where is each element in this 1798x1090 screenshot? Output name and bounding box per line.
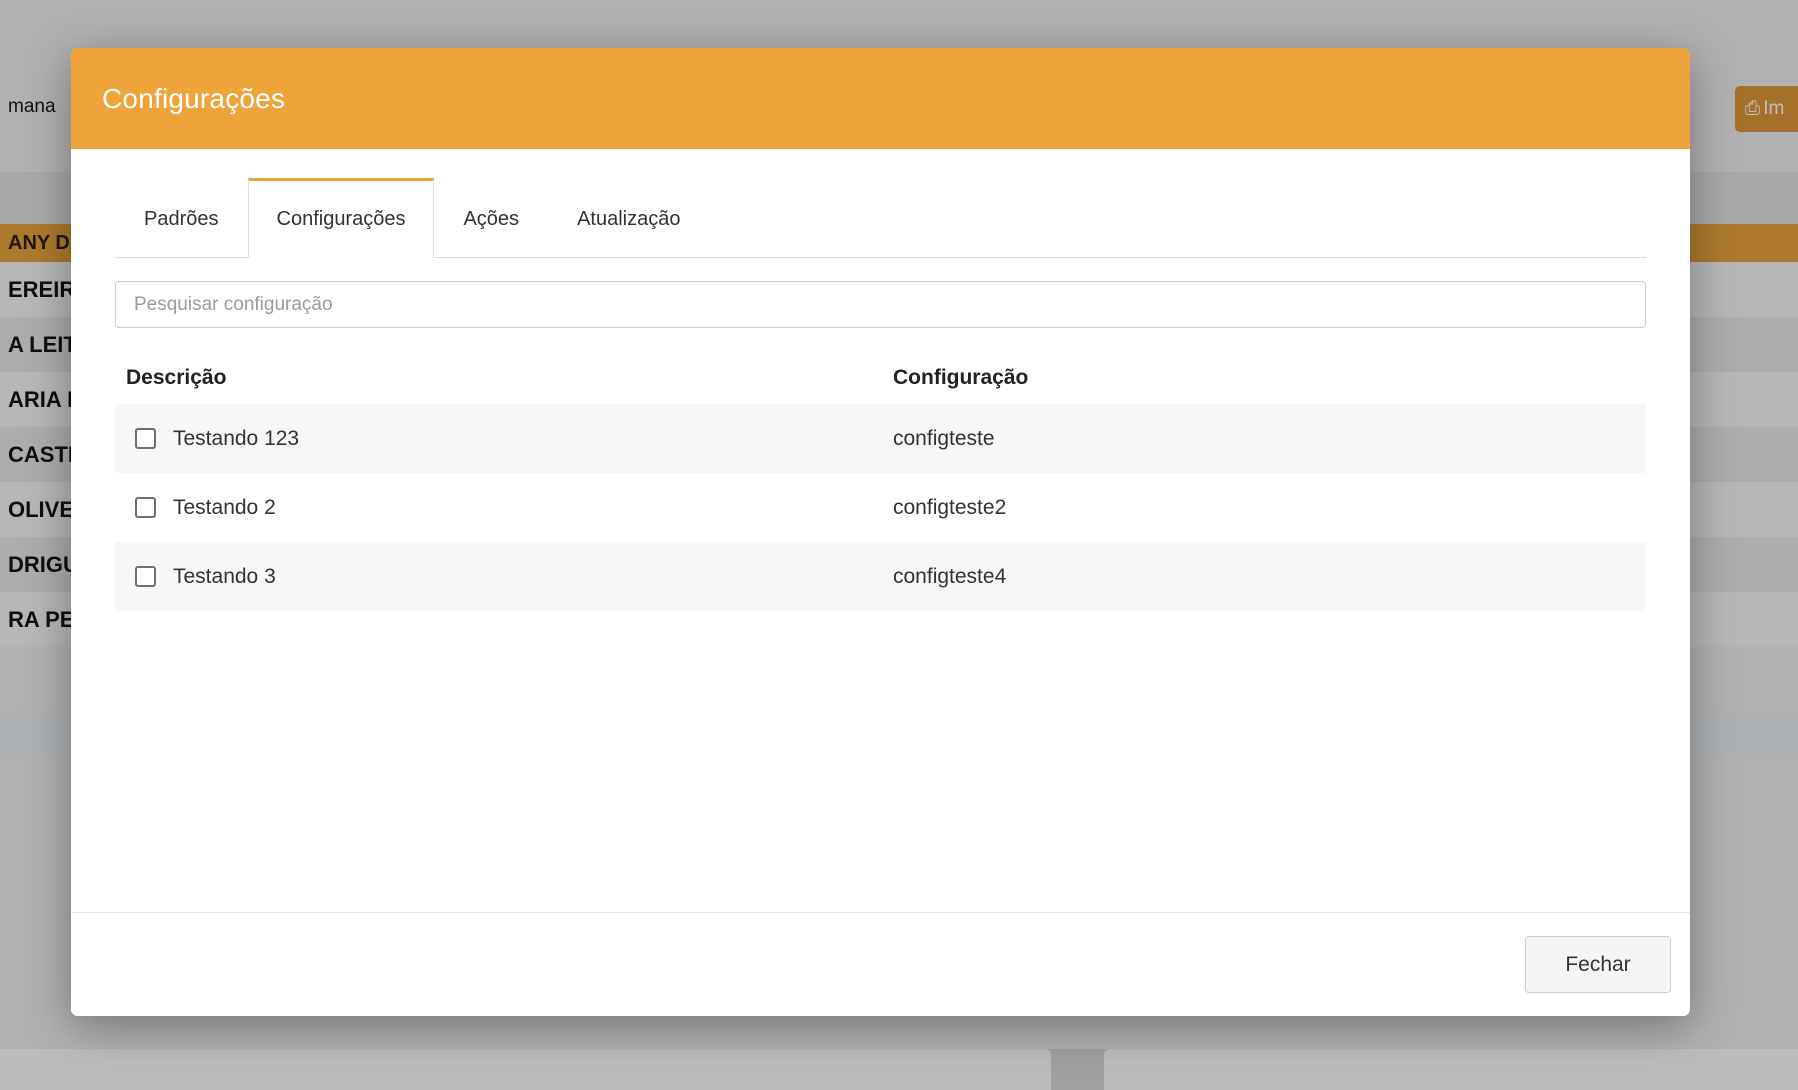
modal-title: Configurações [102, 83, 285, 115]
row-config: configteste2 [893, 496, 1006, 520]
row-checkbox[interactable] [135, 497, 156, 518]
row-checkbox[interactable] [135, 428, 156, 449]
row-config: configteste4 [893, 565, 1006, 589]
search-input[interactable] [115, 281, 1646, 328]
modal-footer: Fechar [71, 912, 1690, 1016]
column-header-configuracao: Configuração [893, 366, 1028, 390]
tab-bar: Padrões Configurações Ações Atualização [115, 178, 1646, 258]
modal-body: Padrões Configurações Ações Atualização … [71, 178, 1690, 611]
row-checkbox[interactable] [135, 566, 156, 587]
row-description: Testando 2 [173, 496, 276, 520]
tab-atualizacao[interactable]: Atualização [548, 178, 709, 258]
column-header-descricao: Descrição [126, 366, 226, 390]
tab-configuracoes[interactable]: Configurações [248, 178, 435, 258]
row-description: Testando 123 [173, 427, 299, 451]
table-row: Testando 123 configteste [115, 404, 1646, 473]
close-button[interactable]: Fechar [1525, 936, 1671, 993]
table-row: Testando 3 configteste4 [115, 542, 1646, 611]
tab-acoes[interactable]: Ações [434, 178, 548, 258]
tab-padroes[interactable]: Padrões [115, 178, 248, 258]
settings-modal: Configurações Padrões Configurações Açõe… [71, 48, 1690, 1016]
row-description: Testando 3 [173, 565, 276, 589]
modal-header: Configurações [71, 48, 1690, 149]
config-table: Descrição Configuração Testando 123 conf… [115, 352, 1646, 611]
config-table-header: Descrição Configuração [115, 352, 1646, 404]
row-config: configteste [893, 427, 995, 451]
table-row: Testando 2 configteste2 [115, 473, 1646, 542]
